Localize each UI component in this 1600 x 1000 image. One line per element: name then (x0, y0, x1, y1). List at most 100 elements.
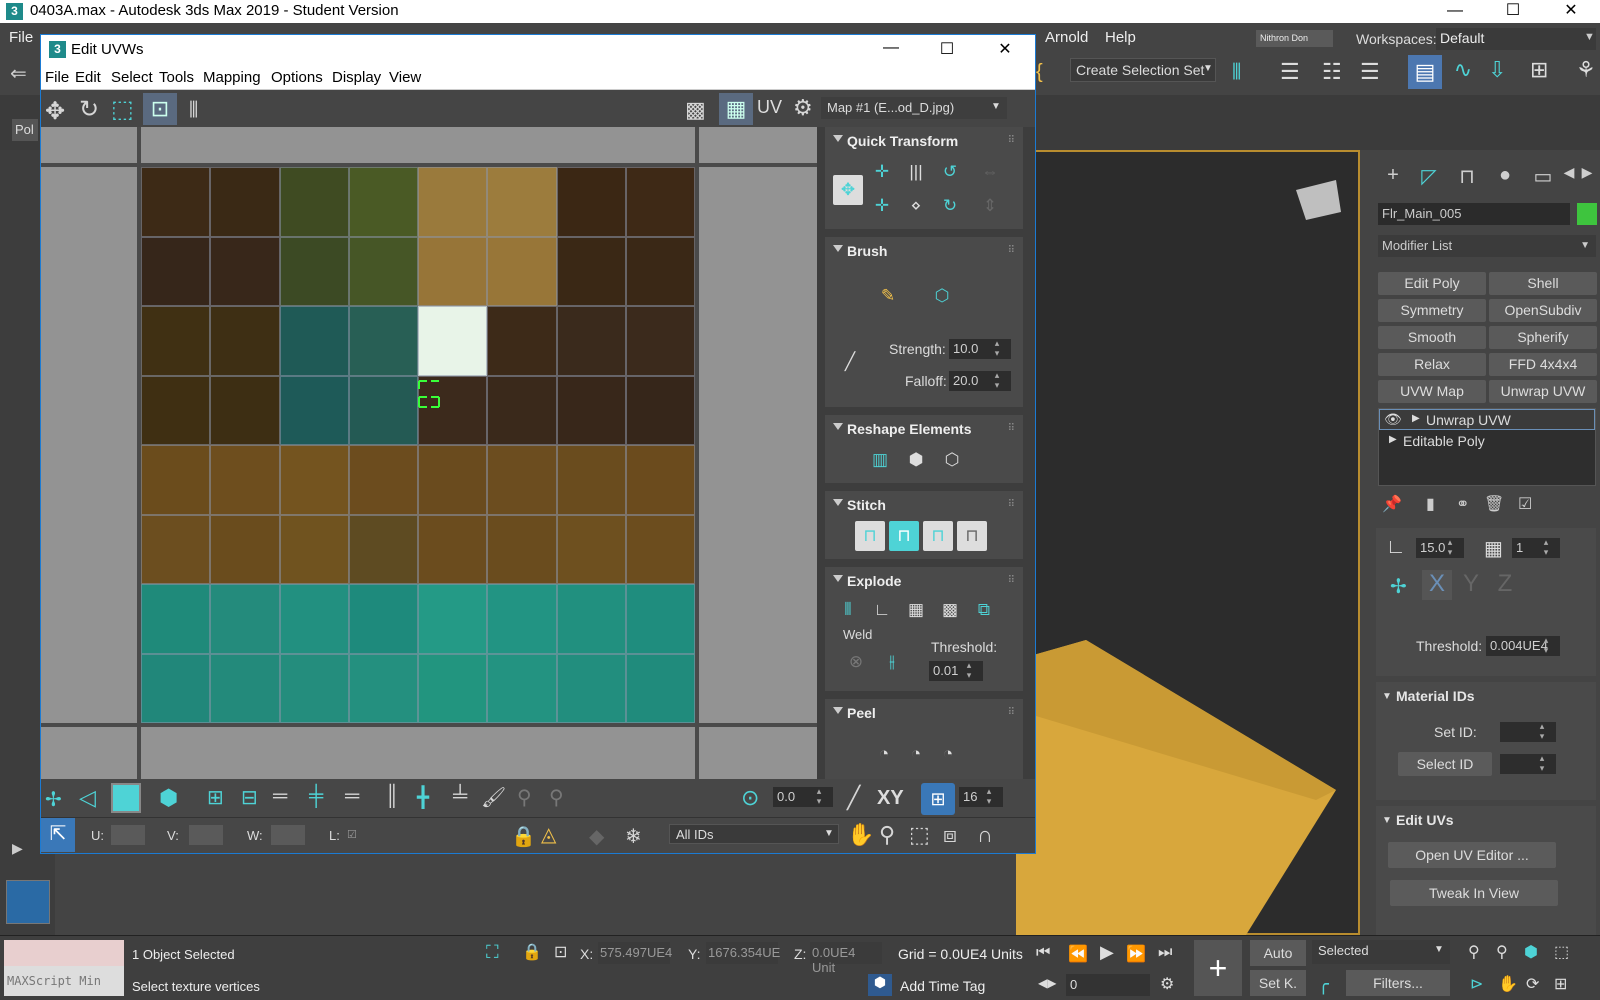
key-tangent-icon[interactable]: ╭ (1318, 974, 1329, 995)
rotate-ccw-icon[interactable]: ↺ (935, 157, 965, 187)
minimize-icon[interactable]: — (1432, 0, 1478, 23)
object-color-swatch[interactable] (1577, 203, 1597, 225)
play-icon[interactable]: ▶ (1100, 942, 1114, 963)
pin-stack-icon[interactable]: 📌 (1382, 494, 1402, 514)
scale-icon[interactable]: ⬚ (111, 95, 134, 124)
break-icon[interactable]: ⫴ (833, 595, 863, 625)
expand-arrow-icon[interactable]: ▶ (12, 840, 23, 857)
render-setup-icon[interactable]: ⚘ (1576, 57, 1596, 83)
filters-button[interactable]: Filters... (1346, 970, 1450, 996)
threshold-spinner[interactable]: 0.004UE4 (1486, 636, 1560, 656)
zoom-region-icon[interactable]: ⬚ (909, 822, 930, 848)
paint-move-icon[interactable]: ✎ (873, 281, 903, 311)
stitch-average-icon[interactable]: ⊓ (923, 521, 953, 551)
polygon-select-icon[interactable] (111, 783, 141, 813)
stack-item-editable-poly[interactable]: ▶ Editable Poly (1379, 431, 1595, 451)
grid-select-icon[interactable]: ▦ (1484, 536, 1503, 561)
space-horizontal-icon[interactable]: ⋄ (901, 191, 931, 221)
rotation-angle-icon[interactable]: ⊙ (741, 785, 759, 811)
shell-button[interactable]: Shell (1489, 272, 1597, 295)
perspective-viewport[interactable] (1016, 150, 1360, 935)
orbit-icon[interactable]: ⟳ (1526, 974, 1539, 994)
vertex-select-icon[interactable]: ✢ (45, 787, 62, 812)
uv-menu-edit[interactable]: Edit (75, 69, 101, 86)
uv-menu-tools[interactable]: Tools (159, 69, 194, 86)
zoom-extents-icon[interactable]: ⬢ (1524, 942, 1538, 962)
current-frame-field[interactable]: 0 (1066, 974, 1150, 996)
collapse-icon[interactable] (833, 423, 843, 430)
axis-z-button[interactable]: Z (1490, 570, 1520, 600)
opensubdiv-button[interactable]: OpenSubdiv (1489, 299, 1597, 322)
undo-icon[interactable]: ⇐ (10, 61, 27, 86)
stitch-to-source-icon[interactable]: ⊓ (957, 521, 987, 551)
select-id-spinner[interactable] (1500, 754, 1556, 774)
peel-mode-icon[interactable]: ◔ (901, 739, 931, 769)
lock-checkbox[interactable]: ☑ (347, 828, 357, 841)
tweak-in-view-button[interactable]: Tweak In View (1390, 880, 1558, 906)
collapse-icon[interactable] (833, 707, 843, 714)
zoom-icon[interactable]: ⚲ (1468, 942, 1480, 962)
uv-window-title-bar[interactable]: 3 Edit UVWs — ☐ ✕ (41, 35, 1035, 66)
texture-settings-icon[interactable]: ⚙ (793, 95, 813, 121)
flatten-by-smoothing-icon[interactable]: ⧉ (969, 595, 999, 625)
x-coord-field[interactable]: 575.497UE4 (598, 942, 672, 964)
viewport-layout-icon[interactable] (6, 880, 50, 924)
id-filter-dropdown[interactable]: All IDs ▼ (669, 824, 839, 844)
modify-tab-icon[interactable]: ◸ (1414, 164, 1444, 190)
auto-key-button[interactable]: Auto (1250, 940, 1306, 966)
remove-modifier-icon[interactable]: 🗑 (1484, 494, 1504, 514)
close-icon[interactable]: ✕ (985, 39, 1025, 59)
falloff-spinner[interactable]: 20.0 (949, 371, 1011, 391)
show-map-icon[interactable]: ▦ (719, 93, 753, 125)
unwrap-uvw-button[interactable]: Unwrap UVW (1489, 380, 1597, 403)
uv-axis-label[interactable]: UV (757, 97, 782, 118)
align-vertical-icon[interactable]: ✛ (867, 191, 897, 221)
v-field[interactable] (189, 825, 223, 845)
goto-end-icon[interactable]: ⏭ (1158, 944, 1172, 962)
schematic-view-icon[interactable]: ⇩ (1488, 57, 1506, 83)
relax-brush-icon[interactable]: ⬡ (927, 281, 957, 311)
polygon-modeling-tab[interactable]: Pol (12, 119, 38, 141)
flatten-by-material-icon[interactable]: ▩ (935, 595, 965, 625)
configure-sets-icon[interactable]: ☑ (1518, 494, 1532, 514)
maximize-icon[interactable]: ☐ (1490, 0, 1536, 23)
checker-pattern-icon[interactable]: ▩ (685, 97, 706, 123)
expand-icon[interactable]: ▶ (1389, 434, 1397, 445)
relax-icon[interactable]: ⬡ (937, 445, 967, 475)
uv-menu-display[interactable]: Display (332, 69, 381, 86)
paint-select-icon[interactable]: 🖌 (481, 785, 506, 810)
layer-explorer-icon[interactable]: ☰ (1360, 59, 1380, 85)
zoom-all-icon[interactable]: ⚲ (1496, 942, 1508, 962)
object-name-input[interactable]: Flr_Main_005 (1378, 203, 1570, 225)
hierarchy-tab-icon[interactable]: ⊓ (1452, 164, 1482, 190)
rotate-icon[interactable]: ↻ (79, 95, 99, 124)
motion-tab-icon[interactable]: ● (1490, 164, 1520, 190)
uv-menu-file[interactable]: File (45, 69, 69, 86)
lock-selection-icon[interactable]: 🔒 (511, 824, 536, 849)
material-editor-icon[interactable]: ⊞ (1530, 57, 1548, 83)
absolute-relative-icon[interactable]: ⇱ (41, 818, 75, 852)
select-by-element-icon[interactable]: ✢ (1390, 574, 1407, 599)
ring-shrink-icon[interactable]: ╧ (453, 785, 467, 808)
align-center-icon[interactable]: ✥ (833, 175, 863, 205)
align-icon[interactable]: ☰ (1280, 59, 1300, 85)
reset-peel-icon[interactable]: ◔ (933, 739, 963, 769)
quick-peel-icon[interactable]: ◔ (869, 739, 899, 769)
mirror-icon[interactable]: ⫴ (189, 97, 198, 123)
isolate-selection-icon[interactable]: ⛶ (486, 942, 499, 963)
axis-y-button[interactable]: Y (1456, 570, 1486, 600)
uv-editor-canvas[interactable] (41, 127, 817, 779)
selection-lock-icon[interactable]: 🔒 (522, 942, 542, 962)
set-id-spinner[interactable] (1500, 722, 1556, 742)
rotation-angle-spinner[interactable]: 0.0 (773, 787, 833, 807)
loop-select-icon[interactable]: ═ (273, 785, 287, 808)
user-account-dropdown[interactable]: Nithron Don (1256, 30, 1333, 47)
hide-eye-icon[interactable]: ◬ (541, 822, 556, 847)
create-selection-set-dropdown[interactable]: Create Selection Set ▼ (1070, 58, 1216, 82)
ffd-button[interactable]: FFD 4x4x4 (1489, 353, 1597, 376)
menu-help[interactable]: Help (1105, 29, 1136, 46)
select-id-button[interactable]: Select ID (1398, 752, 1492, 776)
collapse-icon[interactable] (833, 245, 843, 252)
collapse-icon[interactable]: ▼ (1382, 691, 1392, 702)
edge-select-icon[interactable]: ◁ (79, 785, 96, 811)
